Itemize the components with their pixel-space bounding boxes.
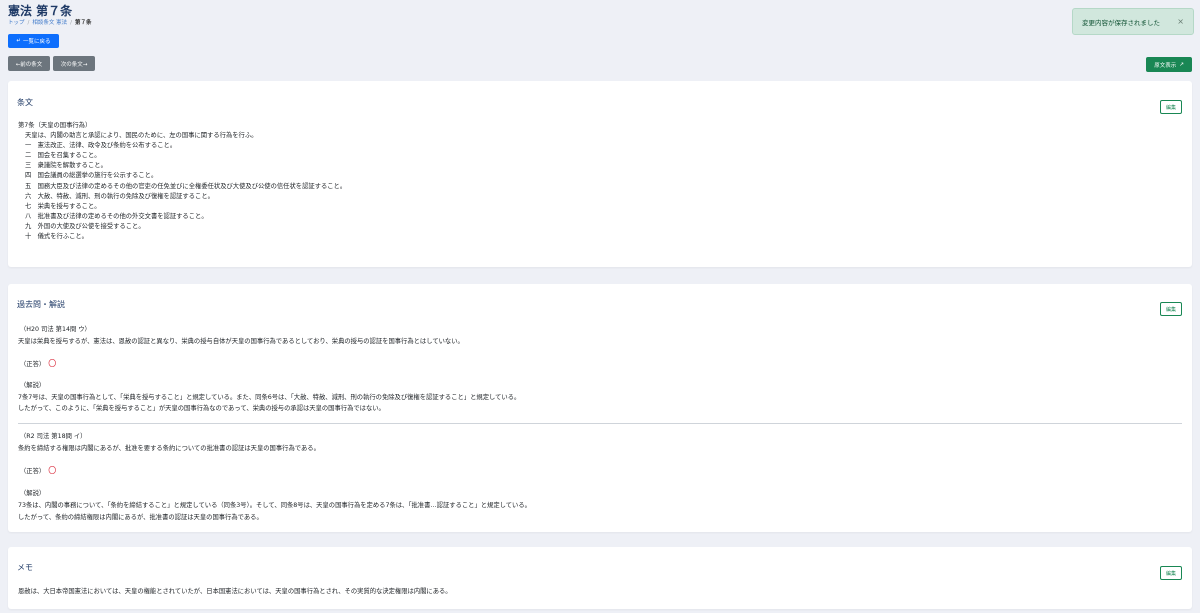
article-line: 五 国務大臣及び法律の定めるその他の官吏の任免並びに全権委任状及び大使及び公使の… [25,182,347,190]
past-questions-card: 過去問・解説 編集 （H20 司法 第14問 ウ） 天皇は栄典を授与するが、憲法… [8,284,1192,532]
article-text: 第7条（天皇の国事行為） 天皇は、内閣の助言と承認により、国民のために、左の国事… [18,121,346,242]
qa-answer: （正答）〇 [20,465,56,476]
qa-question: 条約を締結する権限は内閣にあるが、批准を要する条約についての批准書の認証は天皇の… [18,445,320,452]
past-questions-heading: 過去問・解説 [17,300,65,309]
explanation-line: したがって、このように、「栄典を授与すること」が天皇の国事行為なのであって、栄典… [18,405,385,412]
breadcrumb: トップ / 相談条文 憲法 / 第７条 [8,18,92,26]
article-line: 七 栄典を授与すること。 [25,202,101,210]
original-text-button[interactable]: 原文表示 ↗ [1146,57,1192,72]
article-line: 第7条（天皇の国事行為） [18,122,92,129]
correct-mark: 〇 [48,466,57,475]
memo-heading: メモ [17,563,33,572]
explanation-label: （解説） [20,382,46,389]
explanation-line: したがって、条約の締結権限は内閣にあるが、批准書の認証は天皇の国事行為である。 [18,514,263,521]
edit-memo-button[interactable]: 編集 [1160,566,1182,580]
breadcrumb-category[interactable]: 相談条文 憲法 [32,20,67,26]
breadcrumb-top[interactable]: トップ [8,20,25,26]
memo-card: メモ 編集 恩赦は、大日本帝国憲法においては、天皇の権能とされていたが、日本国憲… [8,547,1192,609]
next-article-button[interactable]: 次の条文→ [53,56,95,71]
page-title: 憲法 第７条 [8,4,73,18]
article-line: 二 国会を召集すること。 [25,152,101,160]
article-line: 四 国会議員の総選挙の施行を公示すること。 [25,172,158,180]
qa-question: 天皇は栄典を授与するが、憲法は、恩赦の認証と異なり、栄典の授与自体が天皇の国事行… [18,338,464,345]
return-icon: ↵ [16,38,22,44]
prev-article-button[interactable]: ←前の条文 [8,56,50,71]
article-line: 天皇は、内閣の助言と承認により、国民のために、左の国事に関する行為を行ふ。 [25,132,258,140]
breadcrumb-current: 第７条 [74,20,92,26]
article-line: 九 外国の大使及び公使を接受すること。 [25,222,145,230]
article-line: 三 衆議院を解散すること。 [25,162,107,170]
qa-answer: （正答）〇 [20,358,56,369]
article-line: 十 儀式を行ふこと。 [25,233,88,241]
qa-divider [18,423,1182,424]
explanation-label: （解説） [20,490,46,497]
breadcrumb-separator: / [70,20,72,26]
edit-article-button[interactable]: 編集 [1160,100,1182,114]
memo-text: 恩赦は、大日本帝国憲法においては、天皇の権能とされていたが、日本国憲法においては… [18,588,452,595]
explanation-line: 7条7号は、天皇の国事行為として、「栄典を授与すること」と規定している。また、同… [18,394,521,401]
toast-message: 変更内容が保存されました [1082,18,1160,27]
back-to-list-label: 一覧に戻る [23,39,51,45]
original-text-label: 原文表示 [1154,62,1177,69]
answer-label: （正答） [20,468,46,475]
qa-source: （H20 司法 第14問 ウ） [20,326,91,333]
article-line: 六 大赦、特赦、減刑、刑の執行の免除及び復権を認証すること。 [25,192,214,200]
back-to-list-button[interactable]: ↵ 一覧に戻る [8,34,59,48]
correct-mark: 〇 [48,359,57,368]
article-line: 一 憲法改正、法律、政令及び条約を公布すること。 [25,142,177,150]
external-link-icon: ↗ [1179,61,1184,68]
answer-label: （正答） [20,361,46,368]
edit-past-questions-button[interactable]: 編集 [1160,302,1182,316]
breadcrumb-separator: / [27,20,30,26]
article-heading: 条文 [17,98,33,107]
close-icon[interactable]: × [1177,17,1184,26]
article-line: 八 批准書及び法律の定めるその他の外交文書を認証すること。 [25,212,208,220]
article-card: 条文 編集 第7条（天皇の国事行為） 天皇は、内閣の助言と承認により、国民のため… [8,81,1192,267]
explanation-line: 73条は、内閣の事務について、「条約を締結すること」と規定している（同条3号）。… [18,502,531,509]
save-toast: 変更内容が保存されました × [1072,8,1194,35]
qa-source: （R2 司法 第18問 イ） [20,433,87,440]
